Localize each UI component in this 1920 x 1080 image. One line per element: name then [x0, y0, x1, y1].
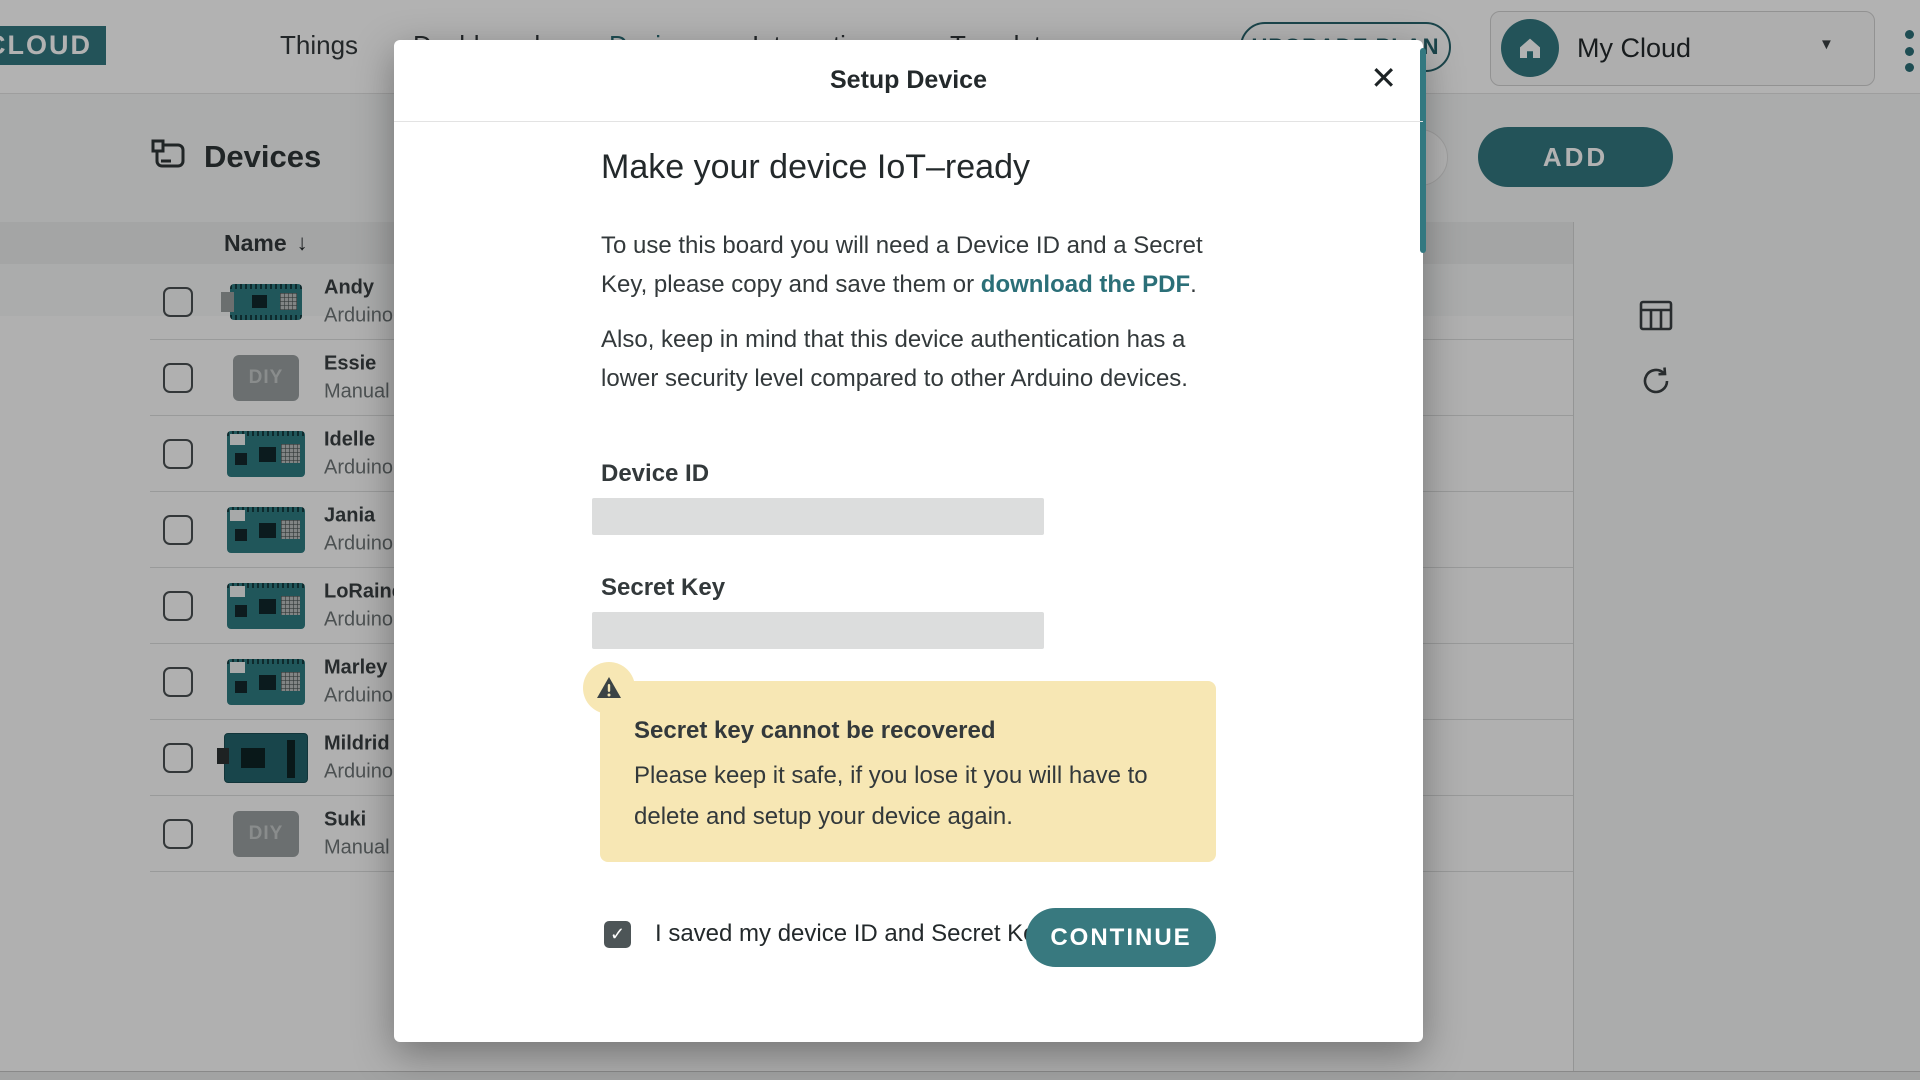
close-icon[interactable]: ✕: [1370, 62, 1397, 94]
warning-icon: [583, 662, 635, 714]
saved-key-checkbox[interactable]: ✓: [604, 921, 631, 948]
secret-key-field[interactable]: [592, 612, 1044, 649]
security-paragraph: Also, keep in mind that this device auth…: [601, 320, 1226, 398]
app-screen: CLOUD Things Dashboards Devices Integrat…: [0, 0, 1920, 1080]
continue-button[interactable]: CONTINUE: [1026, 908, 1216, 967]
setup-device-modal: Setup Device ✕ Make your device IoT–read…: [394, 40, 1423, 1042]
secret-key-label: Secret Key: [601, 574, 725, 602]
device-id-label: Device ID: [601, 460, 709, 488]
intro-paragraph: To use this board you will need a Device…: [601, 226, 1226, 304]
warning-callout: Secret key cannot be recovered Please ke…: [600, 681, 1216, 862]
warning-title: Secret key cannot be recovered: [634, 717, 996, 745]
saved-key-label: I saved my device ID and Secret Key: [655, 920, 1049, 948]
download-pdf-link[interactable]: download the PDF: [981, 271, 1190, 298]
modal-header: Setup Device: [394, 40, 1423, 122]
modal-title: Setup Device: [830, 66, 987, 95]
warning-body: Please keep it safe, if you lose it you …: [634, 755, 1174, 837]
confirmation-row: ✓ I saved my device ID and Secret Key: [604, 920, 1049, 948]
device-id-field[interactable]: [592, 498, 1044, 535]
modal-heading: Make your device IoT–ready: [601, 148, 1030, 187]
